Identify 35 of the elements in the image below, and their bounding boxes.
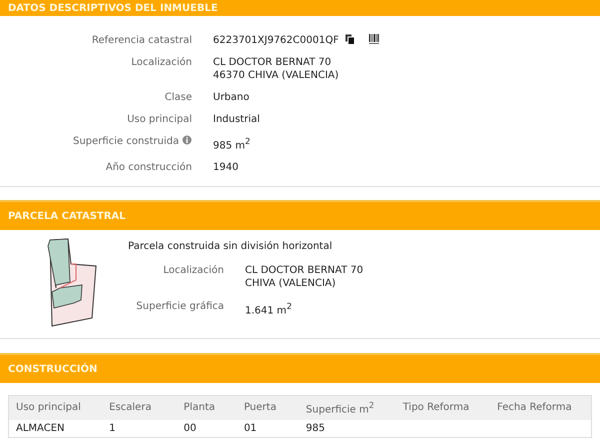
field-label: Año construcción	[106, 161, 192, 174]
column-header: Escalera	[102, 396, 177, 420]
field-label: Clase	[164, 91, 192, 104]
field-value: 6223701XJ9762C0001QF	[213, 34, 339, 47]
column-header: Tipo Reforma	[396, 396, 490, 420]
table-cell: 01	[236, 420, 299, 438]
barcode-icon[interactable]	[368, 34, 379, 44]
field-label: Superficie gráfica	[135, 300, 224, 314]
field-value: 1940	[213, 161, 238, 174]
table-cell: 00	[176, 420, 237, 438]
field-label: Localización	[162, 264, 224, 278]
field-value: Industrial	[213, 113, 260, 126]
field-value: CL DOCTOR BERNAT 70 46370 CHIVA (VALENCIA)	[213, 56, 339, 82]
field-value: Urbano	[213, 91, 250, 104]
field-label: Uso principal	[127, 113, 192, 126]
section-title: CONSTRUCCIÓN	[8, 364, 98, 375]
info-icon[interactable]	[182, 135, 192, 145]
parcel-description: Parcela construida sin división horizontal	[128, 240, 334, 254]
field-value: 1.641 m$^{2}$	[245, 300, 293, 318]
section-title: DATOS DESCRIPTIVOS DEL INMUEBLE	[8, 2, 218, 14]
table-cell: 985	[298, 420, 396, 438]
column-header: Uso principal	[8, 396, 102, 420]
column-header: Planta	[176, 396, 237, 420]
field-label: Localización	[131, 56, 192, 69]
field-value: CL DOCTOR BERNAT 70 CHIVA (VALENCIA)	[245, 264, 364, 290]
section-title: PARCELA CATASTRAL	[8, 210, 126, 222]
column-header: Superficie m$^{2}$	[298, 396, 396, 420]
column-header: Puerta	[236, 396, 299, 420]
table-cell: 1	[102, 420, 177, 438]
field-label: Referencia catastral	[92, 34, 192, 47]
copy-icon[interactable]	[344, 34, 355, 45]
table-cell: ALMACEN	[8, 420, 102, 438]
field-label: Superficie construida	[73, 135, 179, 148]
field-value: 985 m$^{2}$	[213, 135, 250, 152]
column-header: Fecha Reforma	[490, 396, 592, 420]
